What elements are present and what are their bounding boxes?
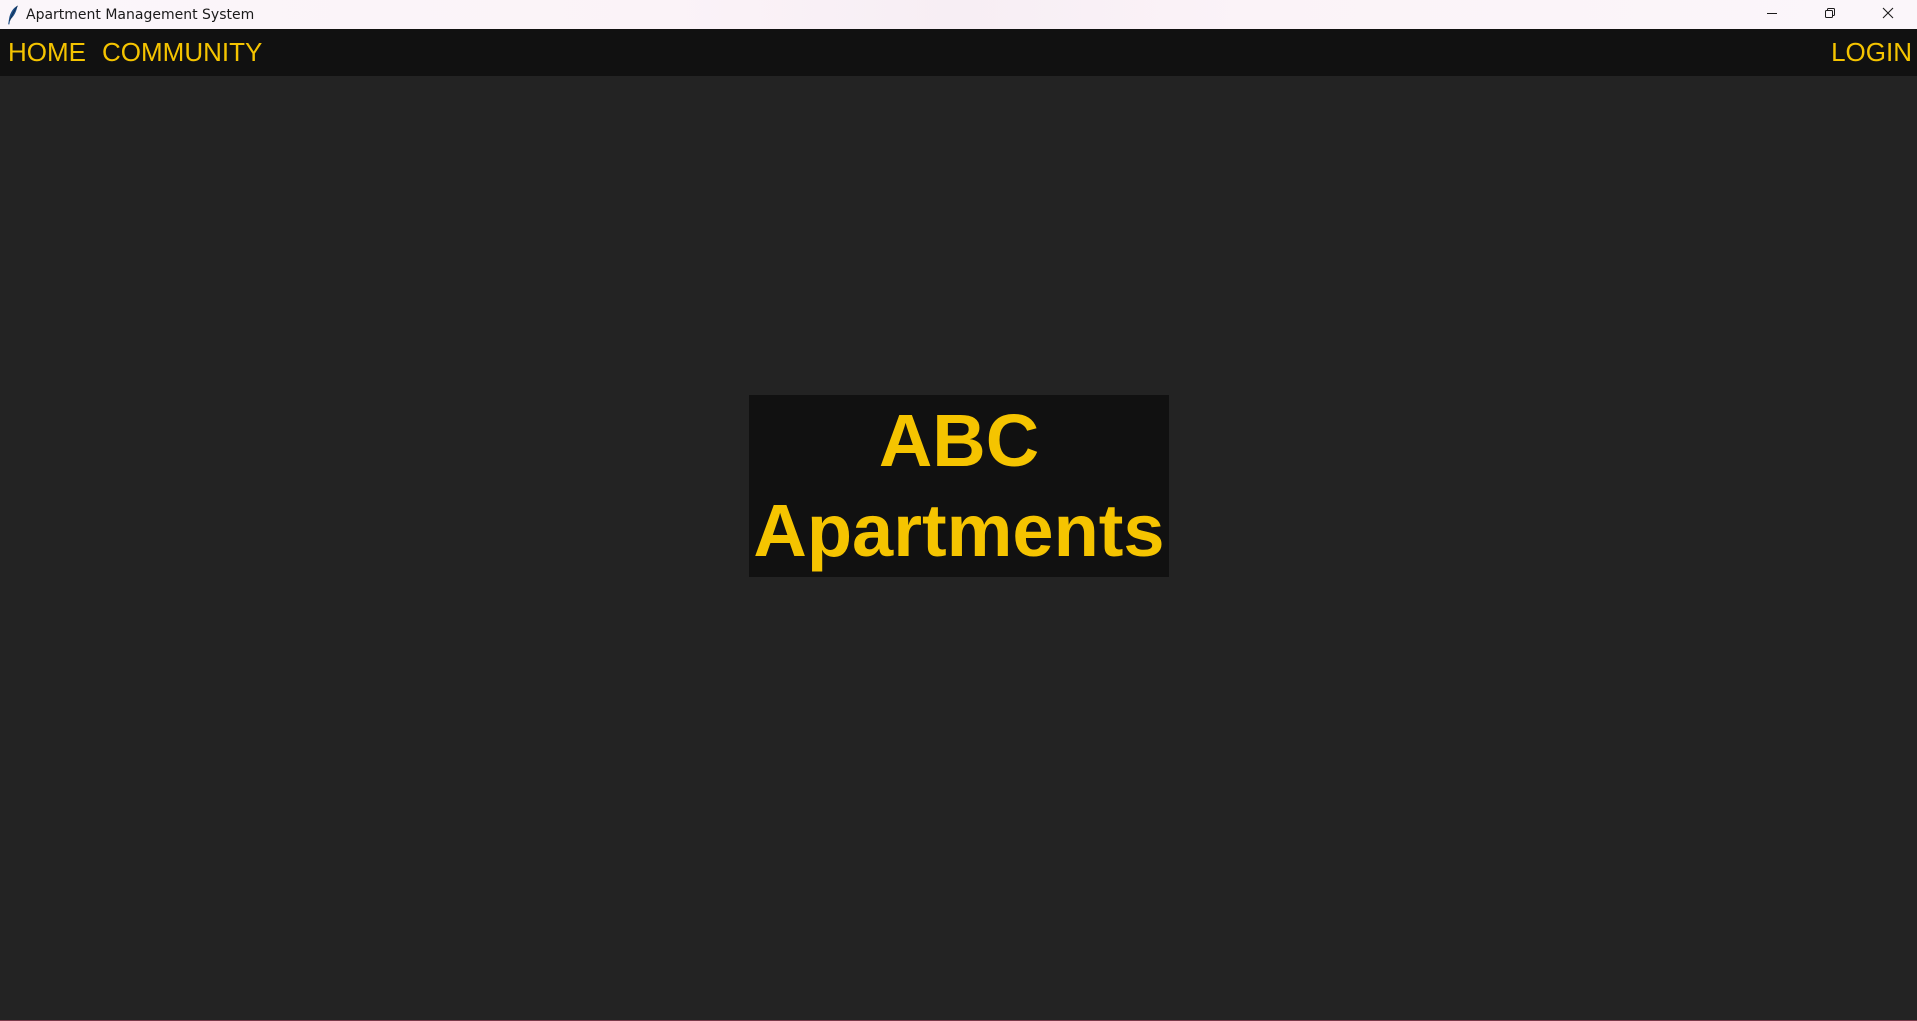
minimize-icon [1766, 6, 1778, 24]
window-title: Apartment Management System [26, 6, 255, 23]
feather-icon [6, 5, 20, 25]
nav-login-link[interactable]: LOGIN [1831, 37, 1912, 67]
window-titlebar[interactable]: Apartment Management System [0, 0, 1917, 29]
brand-title-line-1: ABC [878, 399, 1040, 482]
restore-icon [1824, 6, 1836, 24]
close-icon [1882, 6, 1894, 24]
restore-button[interactable] [1801, 0, 1859, 29]
minimize-button[interactable] [1743, 0, 1801, 29]
close-button[interactable] [1859, 0, 1917, 29]
brand-title-line-2: Apartments [753, 489, 1165, 572]
window-controls [1743, 0, 1917, 29]
top-navbar: HOME COMMUNITY LOGIN [0, 29, 1917, 76]
nav-home-link[interactable]: HOME [8, 37, 86, 67]
brand-banner: ABC Apartments [749, 395, 1169, 577]
nav-community-link[interactable]: COMMUNITY [102, 37, 262, 67]
